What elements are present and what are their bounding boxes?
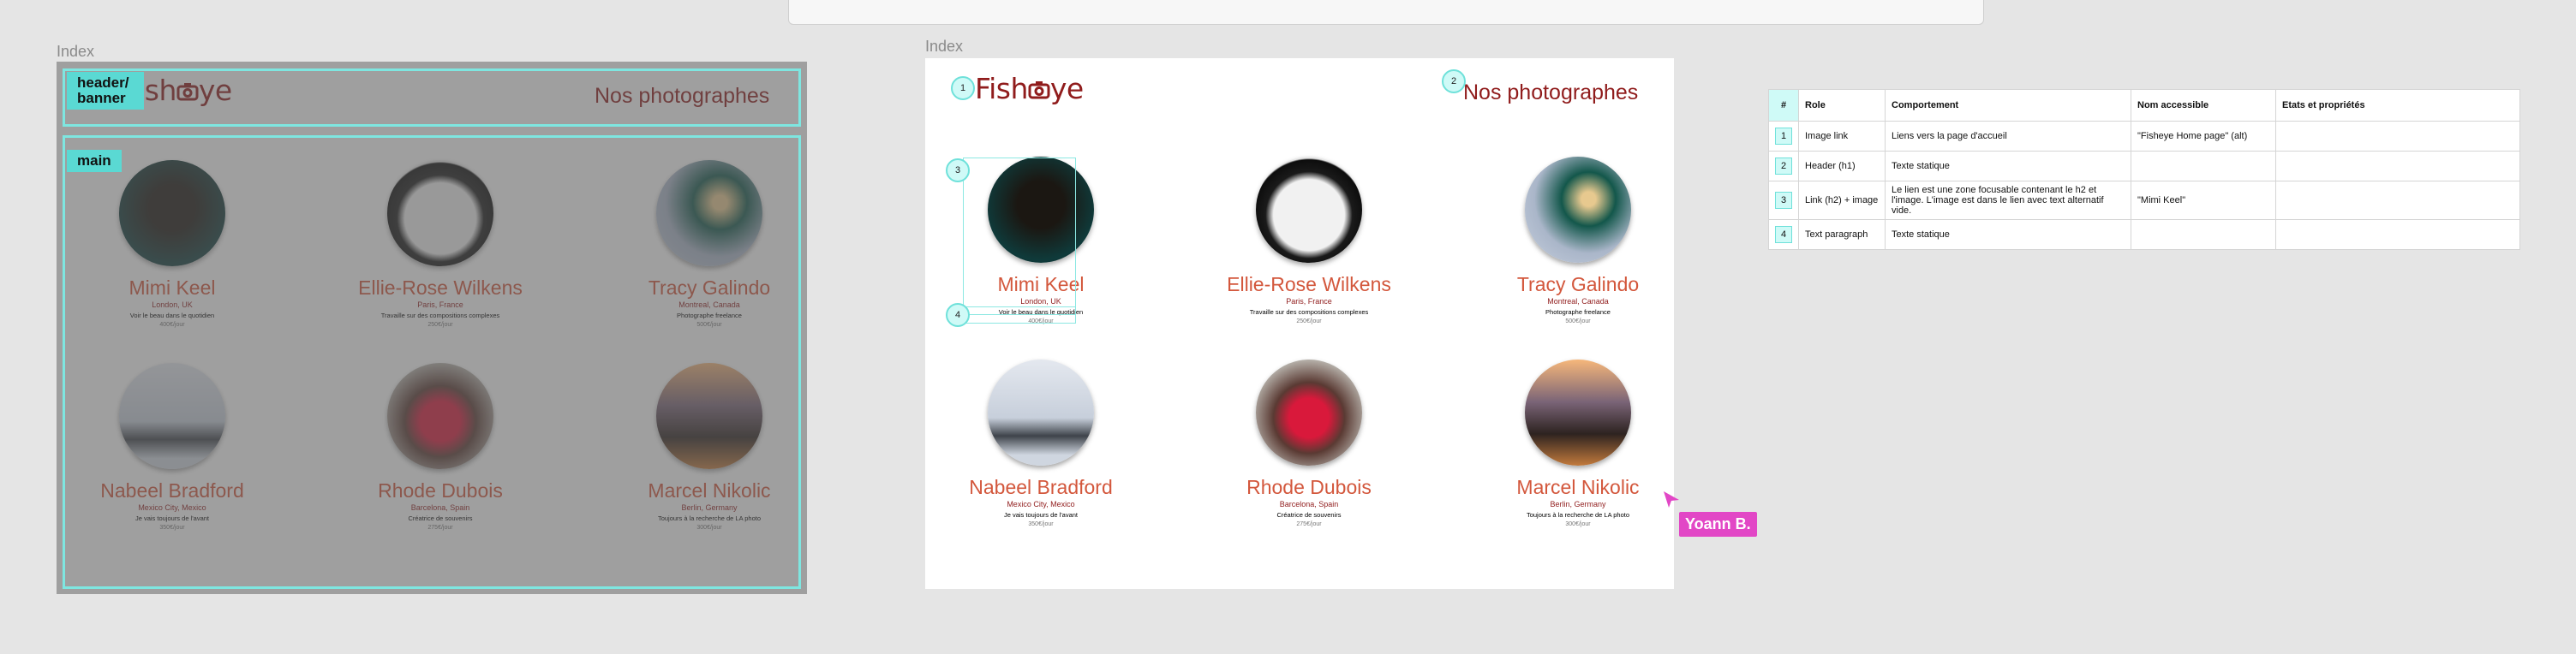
table-row: 3 Link (h2) + image Le lien est une zone f… — [1768, 181, 2520, 220]
text-outline — [963, 306, 1076, 324]
photographer-avatar — [988, 360, 1094, 466]
photographer-tagline: Toujours à la recherche de LA photo — [1526, 511, 1630, 519]
annotated-landmarks-frame[interactable]: Fish ye Nos photographes Mimi Keel London,… — [57, 62, 807, 594]
top-frame-partial — [788, 0, 1984, 25]
photographer-name[interactable]: Marcel Nikolic — [1475, 476, 1681, 498]
table-cell — [2275, 151, 2520, 181]
table-cell — [2275, 121, 2520, 152]
photographer-price: 500€/jour — [1565, 318, 1591, 324]
photographer-price: 350€/jour — [1028, 521, 1054, 527]
photographer-name[interactable]: Tracy Galindo — [1475, 273, 1681, 295]
photographer-name[interactable]: Nabeel Bradford — [938, 476, 1144, 498]
table-header: Comportement — [1885, 89, 2131, 122]
table-cell: Liens vers la page d'accueil — [1885, 121, 2131, 152]
marker-3: 3 — [946, 158, 970, 182]
table-row: 4 Text paragraph Texte statique — [1768, 219, 2520, 250]
table-cell — [2131, 219, 2276, 250]
numbered-markers-frame[interactable]: Fish ye Nos photographes Mimi Keel London,… — [925, 58, 1674, 589]
table-cell: Header (h1) — [1798, 151, 1886, 181]
logo-link[interactable]: Fish ye — [975, 72, 1084, 105]
photographer-tagline: Photographe freelance — [1545, 308, 1611, 316]
table-header: Etats et propriétés — [2275, 89, 2520, 122]
main-landmark-outline — [63, 135, 801, 589]
photographer-location: Barcelona, Spain — [1279, 500, 1339, 508]
photographer-avatar — [1525, 157, 1631, 263]
photographer-price: 275€/jour — [1296, 521, 1322, 527]
table-cell: 1 — [1768, 121, 1799, 152]
table-cell: 2 — [1768, 151, 1799, 181]
table-header: Nom accessible — [2131, 89, 2276, 122]
cursor-icon — [1664, 491, 1679, 508]
main-tag: main — [67, 150, 122, 172]
photographer-name[interactable]: Rhode Dubois — [1206, 476, 1412, 498]
photographer-card[interactable]: Tracy Galindo Montreal, Canada Photographe… — [1475, 157, 1681, 324]
photographer-price: 250€/jour — [1296, 318, 1322, 324]
photographer-avatar — [1256, 360, 1362, 466]
table-cell: "Fisheye Home page" (alt) — [2131, 121, 2276, 152]
frame-label-left: Index — [57, 43, 95, 60]
table-cell — [2275, 181, 2520, 220]
photographer-tagline: Créatrice de souvenirs — [1276, 511, 1342, 519]
photographer-avatar — [1256, 157, 1362, 263]
table-cell: 4 — [1768, 219, 1799, 250]
table-cell: Le lien est une zone focusable contenant… — [1885, 181, 2131, 220]
camera-icon — [1028, 81, 1050, 99]
frame-label-right: Index — [925, 38, 964, 55]
table-row: 1 Image link Liens vers la page d'accueil "… — [1768, 121, 2520, 152]
table-header: # — [1768, 89, 1799, 122]
table-cell: "Mimi Keel" — [2131, 181, 2276, 220]
table-cell: Texte statique — [1885, 151, 2131, 181]
photographer-card[interactable]: Rhode Dubois Barcelona, Spain Créatrice de… — [1206, 360, 1412, 527]
photographer-card[interactable]: Marcel Nikolic Berlin, Germany Toujours à … — [1475, 360, 1681, 527]
photographer-tagline: Je vais toujours de l'avant — [1003, 511, 1079, 519]
cursor-user-label: Yoann B. — [1679, 512, 1757, 537]
photographer-location: Montreal, Canada — [1547, 297, 1609, 306]
table-cell: 3 — [1768, 181, 1799, 220]
photographer-price: 300€/jour — [1565, 521, 1591, 527]
photographer-name[interactable]: Ellie-Rose Wilkens — [1206, 273, 1412, 295]
table-cell — [2275, 219, 2520, 250]
marker-4: 4 — [946, 303, 970, 327]
accessibility-spec-table: # Role Comportement Nom accessible Etats… — [1768, 89, 2520, 250]
photographer-location: Berlin, Germany — [1550, 500, 1606, 508]
photographer-card[interactable]: Ellie-Rose Wilkens Paris, France Travaille… — [1206, 157, 1412, 324]
table-cell: Texte statique — [1885, 219, 2131, 250]
card-link-outline — [963, 158, 1076, 315]
marker-2: 2 — [1442, 69, 1466, 93]
marker-1: 1 — [951, 76, 975, 100]
photographer-tagline: Travaille sur des compositions complexes — [1249, 308, 1369, 316]
photographer-card[interactable]: Nabeel Bradford Mexico City, Mexico Je vai… — [938, 360, 1144, 527]
table-row: 2 Header (h1) Texte statique — [1768, 151, 2520, 181]
table-header: Role — [1798, 89, 1886, 122]
page-title: Nos photographes — [1463, 80, 1639, 104]
photographer-location: Mexico City, Mexico — [1007, 500, 1075, 508]
table-cell — [2131, 151, 2276, 181]
header-landmark-outline — [63, 68, 801, 127]
photographer-avatar — [1525, 360, 1631, 466]
table-cell: Link (h2) + image — [1798, 181, 1886, 220]
table-cell: Image link — [1798, 121, 1886, 152]
photographer-location: Paris, France — [1286, 297, 1332, 306]
header-banner-tag: header/ banner — [67, 72, 144, 110]
table-cell: Text paragraph — [1798, 219, 1886, 250]
